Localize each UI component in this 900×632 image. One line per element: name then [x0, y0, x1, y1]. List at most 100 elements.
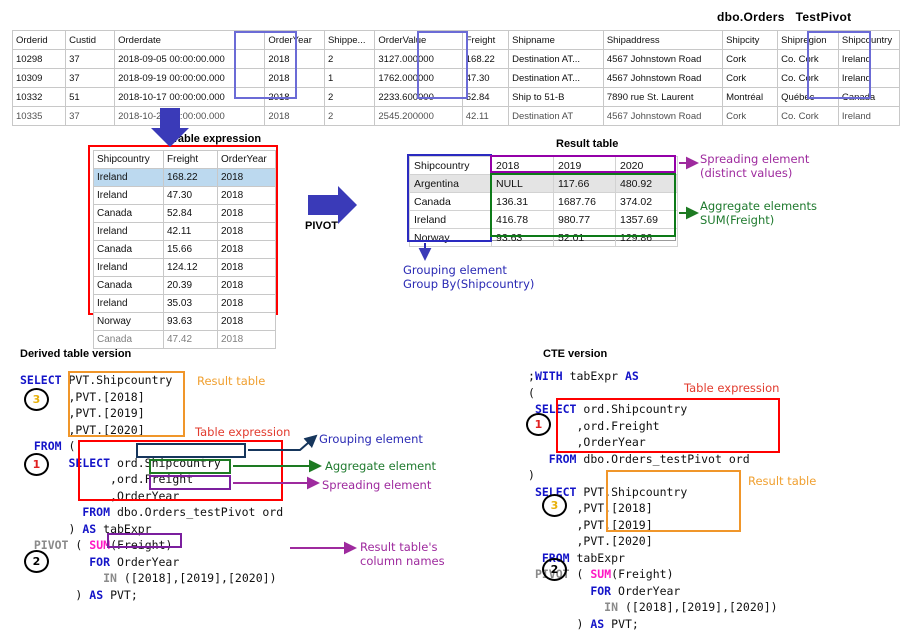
table-cell: 2018	[265, 69, 325, 88]
code-line: PIVOT ( SUM(Freight)	[20, 537, 283, 554]
table-cell: 10298	[13, 50, 66, 69]
grouping-line-2: Group By(Shipcountry)	[403, 277, 534, 291]
result-columns-line-1: Result table's	[360, 540, 445, 554]
orders-col-header[interactable]: OrderValue	[375, 31, 462, 50]
table-cell: 47.30	[164, 187, 218, 205]
table-row[interactable]: Ireland416.78980.771357.69	[410, 211, 678, 229]
page-title: dbo.Orders TestPivot	[717, 10, 851, 24]
orders-col-header[interactable]: Shipname	[509, 31, 604, 50]
derived-spreading-label: Spreading element	[322, 478, 431, 492]
table-cell: 2	[324, 50, 374, 69]
table-row[interactable]: Canada15.662018	[94, 241, 276, 259]
code-line: ) AS PVT;	[528, 616, 778, 632]
cte-result-table-label: Result table	[748, 474, 816, 488]
table-cell: Ireland	[94, 169, 164, 187]
orders-col-header[interactable]: Shipregion	[778, 31, 839, 50]
table-cell: 15.66	[164, 241, 218, 259]
table-cell: 2018	[265, 50, 325, 69]
result-col-header[interactable]: 2018	[492, 157, 554, 175]
table-row[interactable]: Canada47.422018	[94, 331, 276, 349]
table-expression-col-header[interactable]: Shipcountry	[94, 151, 164, 169]
table-cell: Co. Cork	[778, 50, 839, 69]
code-line: ,OrderYear	[20, 488, 283, 505]
table-row[interactable]: Norway93.632018	[94, 313, 276, 331]
table-cell: Cork	[723, 50, 778, 69]
table-cell: 168.22	[164, 169, 218, 187]
table-cell: Québec	[778, 88, 839, 107]
code-line: ,PVT.[2018]	[20, 389, 283, 406]
table-row[interactable]: 10335372018-10-22 00:00:00.000201822545.…	[13, 107, 900, 126]
derived-badge-2: 2	[24, 550, 49, 573]
result-table-box[interactable]: Shipcountry201820192020 ArgentinaNULL117…	[408, 155, 676, 241]
table-expression-box[interactable]: ShipcountryFreightOrderYear Ireland168.2…	[88, 145, 278, 315]
orders-col-header[interactable]: Shipcountry	[838, 31, 899, 50]
cte-badge-1: 1	[526, 413, 551, 436]
table-row[interactable]: 10332512018-10-17 00:00:00.000201822233.…	[13, 88, 900, 107]
orders-col-header[interactable]: Shipcity	[723, 31, 778, 50]
code-line: IN ([2018],[2019],[2020])	[528, 599, 778, 616]
table-cell: 37	[66, 107, 115, 126]
code-line: SELECT PVT.Shipcountry	[528, 484, 778, 501]
table-row[interactable]: Ireland42.112018	[94, 223, 276, 241]
code-line: ,ord.Freight	[20, 471, 283, 488]
table-cell: Ireland	[94, 259, 164, 277]
result-col-header[interactable]: 2020	[616, 157, 678, 175]
code-line: FOR OrderYear	[20, 554, 283, 571]
table-expression-col-header[interactable]: OrderYear	[218, 151, 276, 169]
table-cell: Destination AT	[509, 107, 604, 126]
table-cell: 2018	[218, 331, 276, 349]
table-row[interactable]: Norway93.6352.01129.86	[410, 229, 678, 247]
table-cell: Ship to 51-B	[509, 88, 604, 107]
derived-result-table-label: Result table	[197, 374, 265, 388]
table-row[interactable]: Ireland35.032018	[94, 295, 276, 313]
result-col-header[interactable]: Shipcountry	[410, 157, 492, 175]
table-expression-col-header[interactable]: Freight	[164, 151, 218, 169]
derived-table-expression-label: Table expression	[195, 425, 290, 439]
table-cell: 2545.200000	[375, 107, 462, 126]
table-cell: 2233.600000	[375, 88, 462, 107]
code-line: FROM dbo.Orders_testPivot ord	[528, 451, 778, 468]
code-line: ,PVT.[2019]	[528, 517, 778, 534]
orders-result-grid[interactable]: OrderidCustidOrderdateOrderYearShippe...…	[12, 30, 900, 126]
orders-col-header[interactable]: Shippe...	[324, 31, 374, 50]
table-row[interactable]: Ireland124.122018	[94, 259, 276, 277]
orders-col-header[interactable]: Orderid	[13, 31, 66, 50]
table-row[interactable]: Ireland47.302018	[94, 187, 276, 205]
table-cell: 20.39	[164, 277, 218, 295]
table-cell: Montréal	[723, 88, 778, 107]
table-cell: Ireland	[838, 107, 899, 126]
table-cell: 2018	[218, 169, 276, 187]
table-cell: Ireland	[94, 223, 164, 241]
spreading-element-annotation: Spreading element (distinct values)	[700, 152, 809, 180]
orders-col-header[interactable]: Orderdate	[115, 31, 265, 50]
orders-col-header[interactable]: OrderYear	[265, 31, 325, 50]
table-cell: Co. Cork	[778, 69, 839, 88]
result-col-header[interactable]: 2019	[554, 157, 616, 175]
code-line: ) AS PVT;	[20, 587, 283, 604]
table-row[interactable]: 10309372018-09-19 00:00:00.000201811762.…	[13, 69, 900, 88]
table-cell: 2018	[218, 259, 276, 277]
table-cell: 35.03	[164, 295, 218, 313]
table-row[interactable]: Ireland168.222018	[94, 169, 276, 187]
table-expression-header-row: ShipcountryFreightOrderYear	[94, 151, 276, 169]
table-row[interactable]: Canada136.311687.76374.02	[410, 193, 678, 211]
table-row[interactable]: Canada20.392018	[94, 277, 276, 295]
table-row[interactable]: ArgentinaNULL117.66480.92	[410, 175, 678, 193]
table-cell: 2018-10-22 00:00:00.000	[115, 107, 265, 126]
cte-badge-2: 2	[542, 558, 567, 581]
table-cell: 2018	[218, 241, 276, 259]
orders-col-header[interactable]: Custid	[66, 31, 115, 50]
table-cell: 93.63	[492, 229, 554, 247]
pivot-arrow-label: PIVOT	[305, 220, 338, 232]
table-row[interactable]: 10298372018-09-05 00:00:00.000201823127.…	[13, 50, 900, 69]
table-cell: 10309	[13, 69, 66, 88]
orders-col-header[interactable]: Freight	[462, 31, 508, 50]
table-cell: 129.86	[616, 229, 678, 247]
derived-version-code[interactable]: SELECT PVT.Shipcountry ,PVT.[2018] ,PVT.…	[20, 372, 283, 603]
derived-grouping-label: Grouping element	[319, 432, 423, 446]
table-cell: 980.77	[554, 211, 616, 229]
table-cell: NULL	[492, 175, 554, 193]
derived-badge-3: 3	[24, 388, 49, 411]
orders-col-header[interactable]: Shipaddress	[603, 31, 722, 50]
table-row[interactable]: Canada52.842018	[94, 205, 276, 223]
